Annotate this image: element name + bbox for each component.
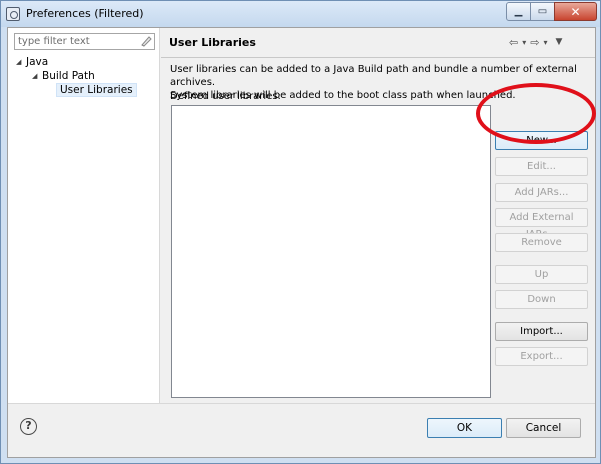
tree-item-user-libraries[interactable]: User Libraries	[56, 82, 137, 97]
user-libraries-list[interactable]	[171, 105, 491, 398]
close-icon: ✕	[570, 4, 581, 19]
page-navigation: ⇦ ▾ ⇨ ▾ ▼	[509, 34, 589, 50]
clear-filter-icon[interactable]	[140, 35, 152, 48]
forward-menu-icon[interactable]: ▾	[543, 38, 547, 47]
expand-arrow-icon[interactable]: ◢	[16, 58, 26, 66]
up-button[interactable]: Up	[495, 265, 588, 284]
red-highlight-ellipse	[476, 83, 596, 144]
view-menu-icon[interactable]: ▼	[555, 37, 562, 47]
export-button[interactable]: Export...	[495, 347, 588, 366]
tree-item-java[interactable]: ◢ Java	[16, 54, 48, 69]
ok-button[interactable]: OK	[427, 418, 502, 438]
tree-item-build-path[interactable]: ◢ Build Path	[32, 68, 95, 83]
remove-button[interactable]: Remove	[495, 233, 588, 252]
close-button[interactable]: ✕	[554, 2, 597, 21]
minimize-icon: ▁	[514, 6, 523, 17]
window-title: Preferences (Filtered)	[26, 7, 144, 20]
eclipse-window-icon	[6, 7, 20, 21]
cancel-button[interactable]: Cancel	[506, 418, 581, 438]
forward-arrow-icon[interactable]: ⇨	[530, 36, 539, 49]
maximize-icon: ▭	[537, 6, 548, 17]
footer-separator	[8, 403, 595, 404]
minimize-button[interactable]: ▁	[506, 2, 531, 21]
tree-item-label: Java	[26, 55, 49, 68]
add-jars-button[interactable]: Add JARs...	[495, 183, 588, 202]
back-menu-icon[interactable]: ▾	[522, 38, 526, 47]
list-label: Defined user libraries:	[170, 91, 281, 102]
preferences-window: Preferences (Filtered) ▁ ▭ ✕ ◢ Java ◢ Bu…	[0, 0, 601, 464]
title-bar[interactable]: Preferences (Filtered) ▁ ▭ ✕	[1, 1, 600, 27]
down-button[interactable]: Down	[495, 290, 588, 309]
back-arrow-icon[interactable]: ⇦	[509, 36, 518, 49]
help-icon[interactable]: ?	[20, 418, 37, 435]
add-external-jars-button[interactable]: Add External JARs...	[495, 208, 588, 240]
page-title: User Libraries	[169, 36, 256, 49]
filter-input[interactable]	[15, 34, 133, 49]
filter-box	[14, 33, 155, 50]
preference-tree-pane: ◢ Java ◢ Build Path User Libraries	[8, 28, 160, 403]
tree-item-label: Build Path	[42, 69, 95, 82]
maximize-button[interactable]: ▭	[530, 2, 555, 21]
edit-button[interactable]: Edit...	[495, 157, 588, 176]
title-separator	[161, 57, 595, 58]
tree-item-label: User Libraries	[56, 82, 137, 97]
expand-arrow-icon[interactable]: ◢	[32, 72, 42, 80]
import-button[interactable]: Import...	[495, 322, 588, 341]
